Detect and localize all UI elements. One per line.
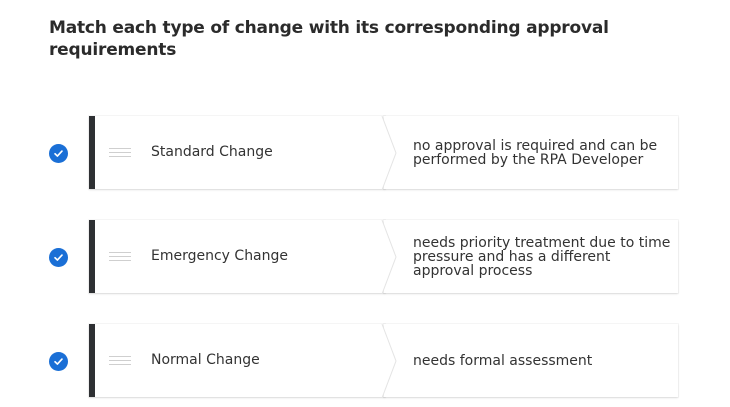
term-label: Normal Change xyxy=(151,352,260,368)
question-title: Match each type of change with its corre… xyxy=(49,18,609,60)
checkmark-circle-icon xyxy=(49,248,68,267)
match-row: Emergency Change needs priority treatmen… xyxy=(0,220,730,295)
definition-card: no approval is required and can be perfo… xyxy=(384,116,678,189)
definition-text: needs priority treatment due to time pre… xyxy=(413,234,671,279)
definition-text: needs formal assessment xyxy=(413,352,593,369)
draggable-term-card[interactable]: Standard Change xyxy=(89,116,385,189)
draggable-term-card[interactable]: Normal Change xyxy=(89,324,385,397)
arrow-connector-icon xyxy=(381,116,397,190)
drag-handle-icon[interactable] xyxy=(109,148,131,157)
definition-card: needs formal assessment xyxy=(384,324,678,397)
draggable-term-card[interactable]: Emergency Change xyxy=(89,220,385,293)
term-label: Emergency Change xyxy=(151,248,289,264)
match-row: Standard Change no approval is required … xyxy=(0,116,730,191)
term-label: Standard Change xyxy=(151,144,273,160)
definition-card: needs priority treatment due to time pre… xyxy=(384,220,678,293)
checkmark-circle-icon xyxy=(49,352,68,371)
checkmark-circle-icon xyxy=(49,144,68,163)
match-row: Normal Change needs formal assessment xyxy=(0,324,730,399)
arrow-connector-icon xyxy=(381,324,397,398)
arrow-connector-icon xyxy=(381,220,397,294)
drag-handle-icon[interactable] xyxy=(109,252,131,261)
definition-text: no approval is required and can be perfo… xyxy=(413,137,658,168)
drag-handle-icon[interactable] xyxy=(109,356,131,365)
